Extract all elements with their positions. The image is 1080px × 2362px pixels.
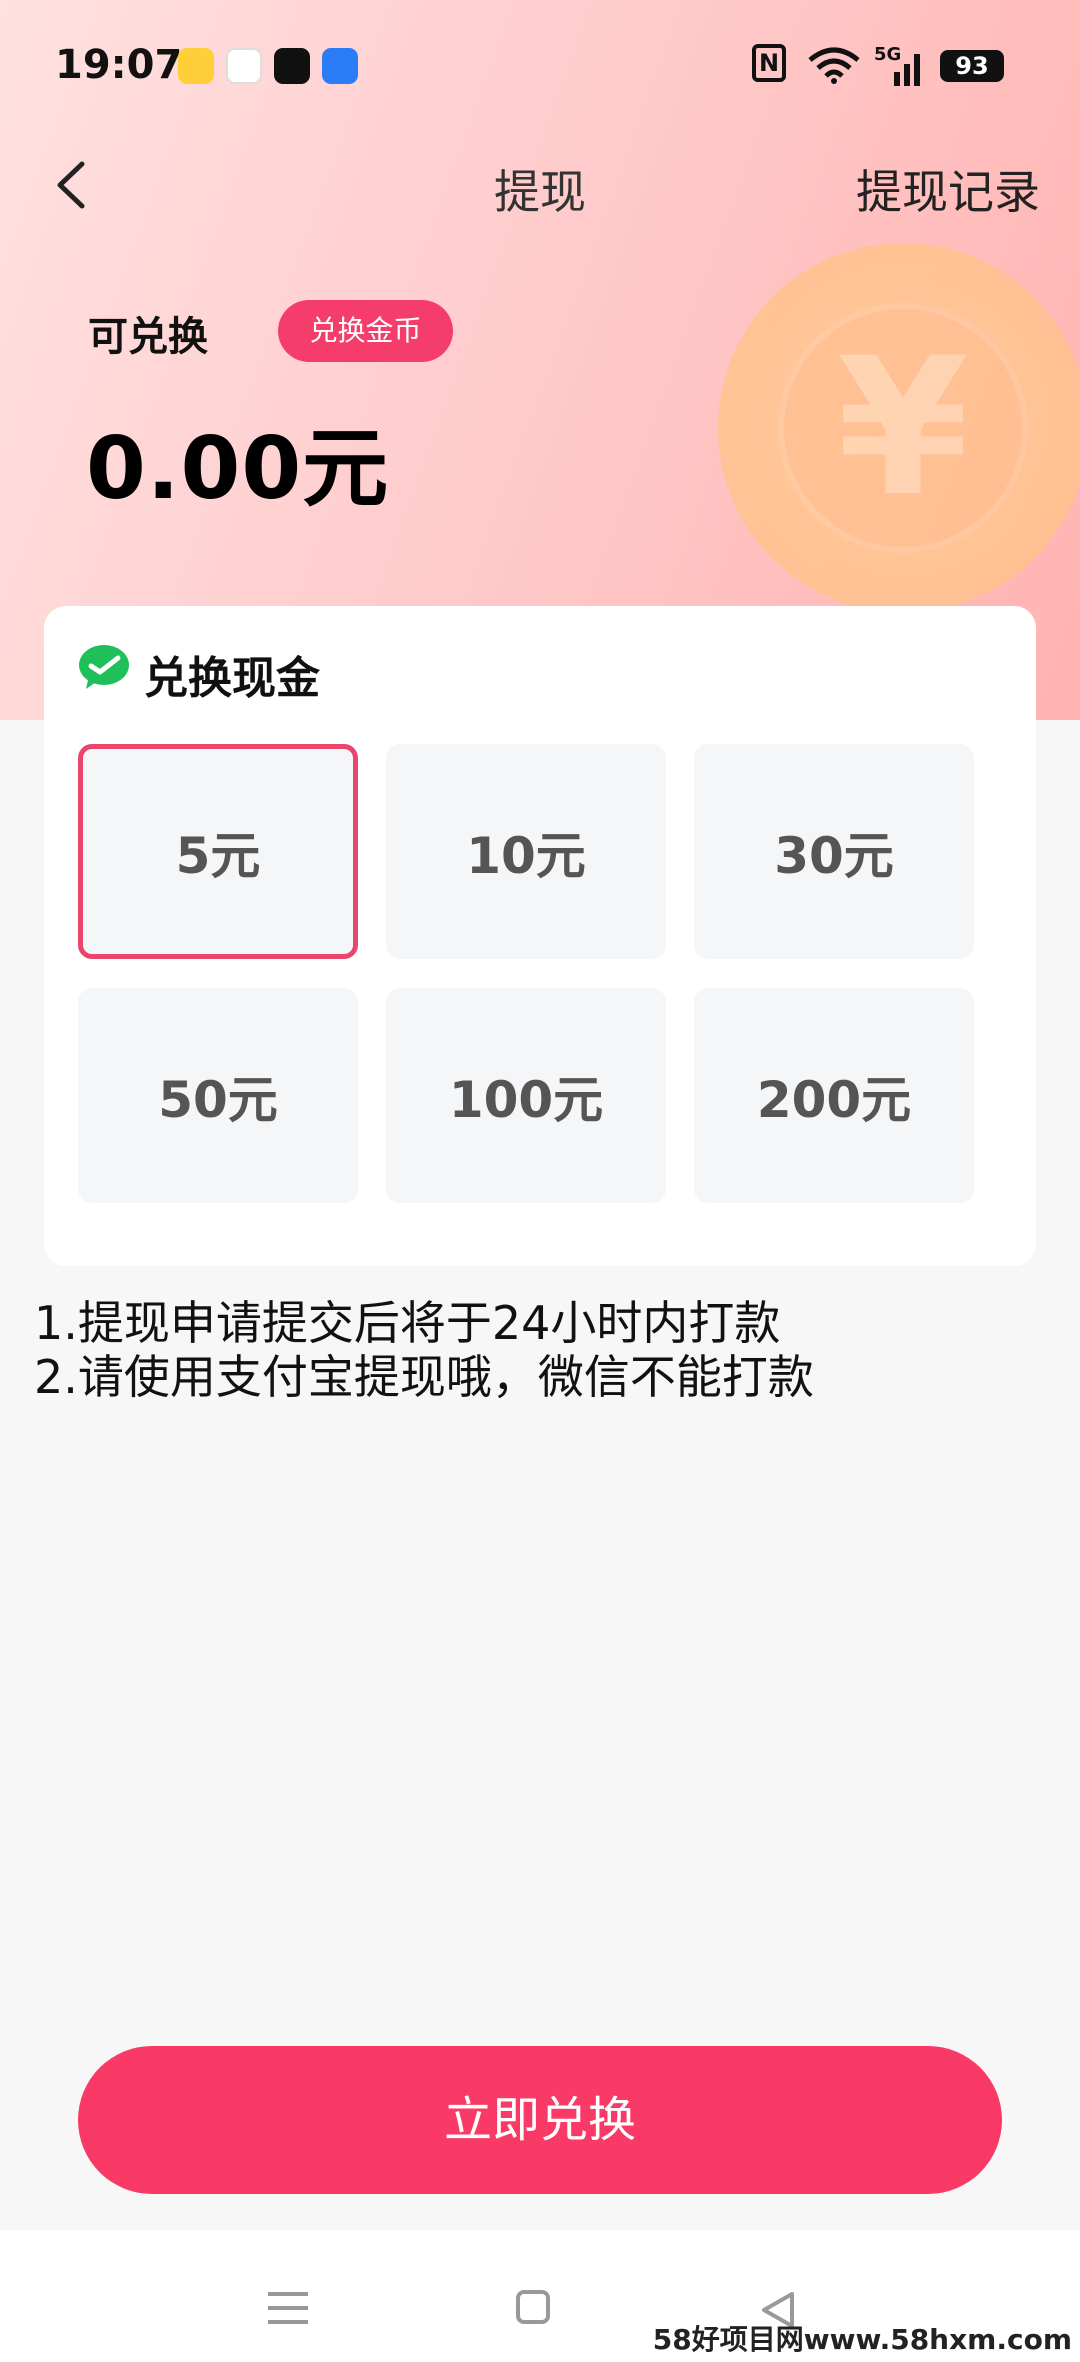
amount-option-10[interactable]: 10元 [386,744,666,959]
amount-option-5[interactable]: 5元 [78,744,358,959]
qq-icon [226,48,262,84]
wechat-icon [79,645,129,689]
amount-option-50[interactable]: 50元 [78,988,358,1203]
note-line: 2.请使用支付宝提现哦，微信不能打款 [34,1350,814,1404]
balance-amount: 0.00元 [86,419,390,519]
amount-option-30[interactable]: 30元 [694,744,974,959]
watermark-text: 58好项目网www.58hxm.com [652,2323,1072,2356]
status-time: 19:07 [55,42,183,88]
menu-icon[interactable] [268,2290,308,2326]
nfc-icon: N [752,44,786,82]
tiktok-icon [274,48,310,84]
coin-illustration: ¥ [718,243,1080,613]
cash-exchange-card: 兑换现金 5元 10元 30元 50元 100元 200元 [44,606,1036,1266]
weibo-icon [178,48,214,84]
exchange-coins-button[interactable]: 兑换金币 [278,300,453,362]
card-title: 兑换现金 [144,653,320,704]
yen-icon: ¥ [836,317,970,538]
coin-inner: ¥ [778,303,1028,553]
wifi-icon [808,47,860,84]
home-icon[interactable] [516,2290,550,2324]
app-notification-icon [322,48,358,84]
exchange-now-button[interactable]: 立即兑换 [78,2046,1002,2194]
balance-label: 可兑换 [88,314,208,360]
amount-option-100[interactable]: 100元 [386,988,666,1203]
battery-indicator: 93 [940,50,1004,82]
amount-option-200[interactable]: 200元 [694,988,974,1203]
withdraw-history-link[interactable]: 提现记录 [856,156,1040,222]
note-line: 1.提现申请提交后将于24小时内打款 [34,1296,781,1350]
signal-icon [894,54,920,86]
withdraw-notes: 1.提现申请提交后将于24小时内打款 2.请使用支付宝提现哦，微信不能打款 [34,1296,814,1404]
